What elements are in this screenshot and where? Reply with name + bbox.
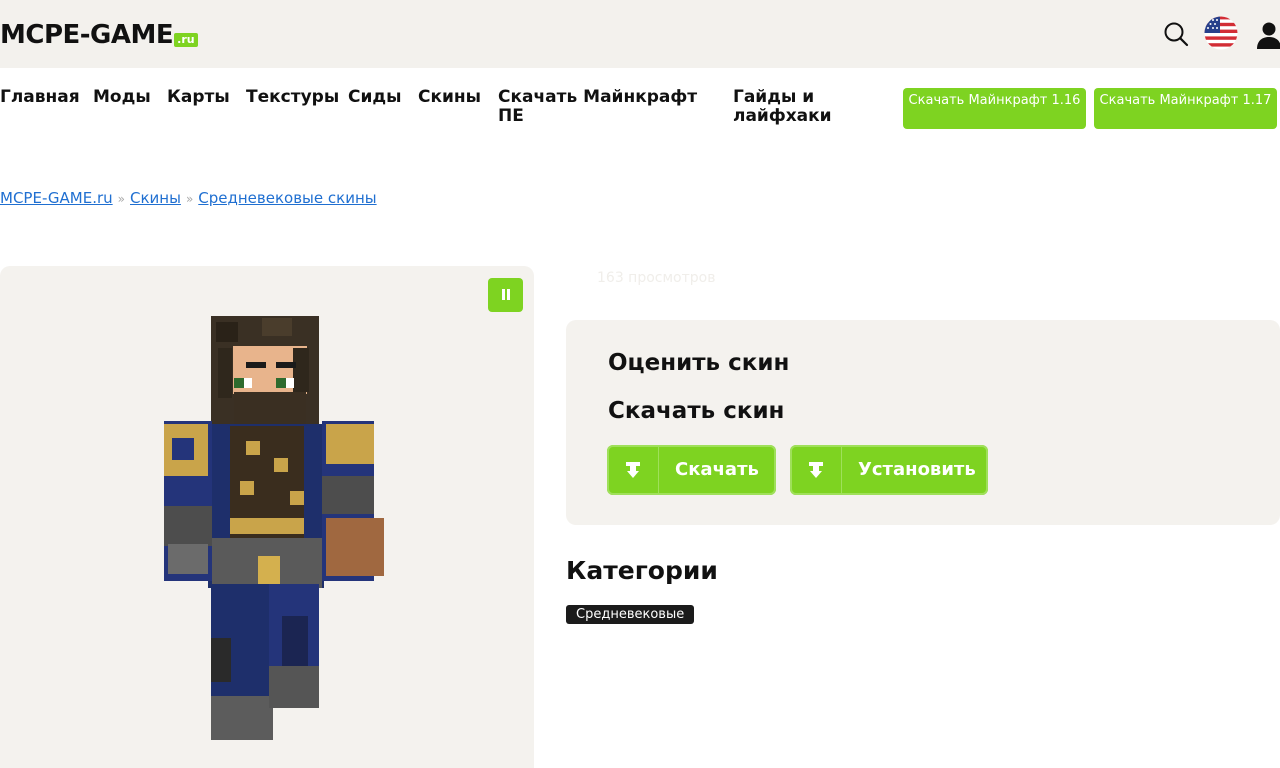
- download-116-button[interactable]: Скачать Майнкрафт 1.16: [903, 88, 1086, 129]
- pause-animation-button[interactable]: [488, 278, 523, 312]
- header-bar: MCPE-GAME .ru: [0, 0, 1280, 68]
- install-button-label: Установить: [858, 459, 976, 480]
- breadcrumb-medieval-skins[interactable]: Средневековые скины: [198, 189, 376, 207]
- nav-item-guides[interactable]: Гайды и лайфхаки: [733, 88, 843, 126]
- nav-item-maps[interactable]: Карты: [167, 88, 230, 107]
- download-skin-heading: Скачать скин: [608, 398, 785, 424]
- nav-item-mods[interactable]: Моды: [93, 88, 151, 107]
- install-icon: [809, 462, 823, 478]
- logo-suffix: .ru: [174, 33, 198, 47]
- nav-item-textures[interactable]: Текстуры: [246, 88, 339, 107]
- download-button-label: Скачать: [675, 459, 759, 480]
- skin-preview[interactable]: [0, 266, 534, 768]
- nav-item-seeds[interactable]: Сиды: [348, 88, 402, 107]
- install-button[interactable]: Установить: [790, 445, 988, 495]
- breadcrumb-skins[interactable]: Скины: [130, 189, 181, 207]
- breadcrumb-home[interactable]: MCPE-GAME.ru: [0, 189, 113, 207]
- download-117-button[interactable]: Скачать Майнкрафт 1.17: [1094, 88, 1277, 129]
- view-count: 163 просмотров: [597, 270, 716, 286]
- download-icon-box: [607, 445, 659, 495]
- rate-skin-heading: Оценить скин: [608, 350, 790, 376]
- skin-model-image: [164, 316, 384, 740]
- search-icon[interactable]: [1162, 20, 1190, 48]
- site-logo[interactable]: MCPE-GAME .ru: [0, 20, 198, 50]
- download-button[interactable]: Скачать: [607, 445, 776, 495]
- logo-text: MCPE-GAME: [0, 20, 174, 50]
- main-nav: Главная Моды Карты Текстуры Сиды Скины С…: [0, 88, 900, 132]
- category-tag[interactable]: Средневековые: [566, 605, 695, 624]
- breadcrumb-separator: »: [117, 192, 125, 206]
- breadcrumb: MCPE-GAME.ru » Скины » Средневековые скины: [0, 189, 377, 207]
- nav-item-skins[interactable]: Скины: [418, 88, 481, 107]
- categories-heading: Категории: [566, 556, 718, 585]
- breadcrumb-separator: »: [185, 192, 194, 206]
- nav-item-download-pe[interactable]: Скачать Майнкрафт ПЕ: [498, 88, 708, 126]
- download-icon: [626, 462, 640, 478]
- us-flag-icon[interactable]: [1204, 16, 1238, 50]
- install-icon-box: [790, 445, 842, 495]
- header-icons: [1150, 16, 1280, 52]
- nav-item-home[interactable]: Главная: [0, 88, 80, 107]
- user-icon[interactable]: [1254, 20, 1280, 50]
